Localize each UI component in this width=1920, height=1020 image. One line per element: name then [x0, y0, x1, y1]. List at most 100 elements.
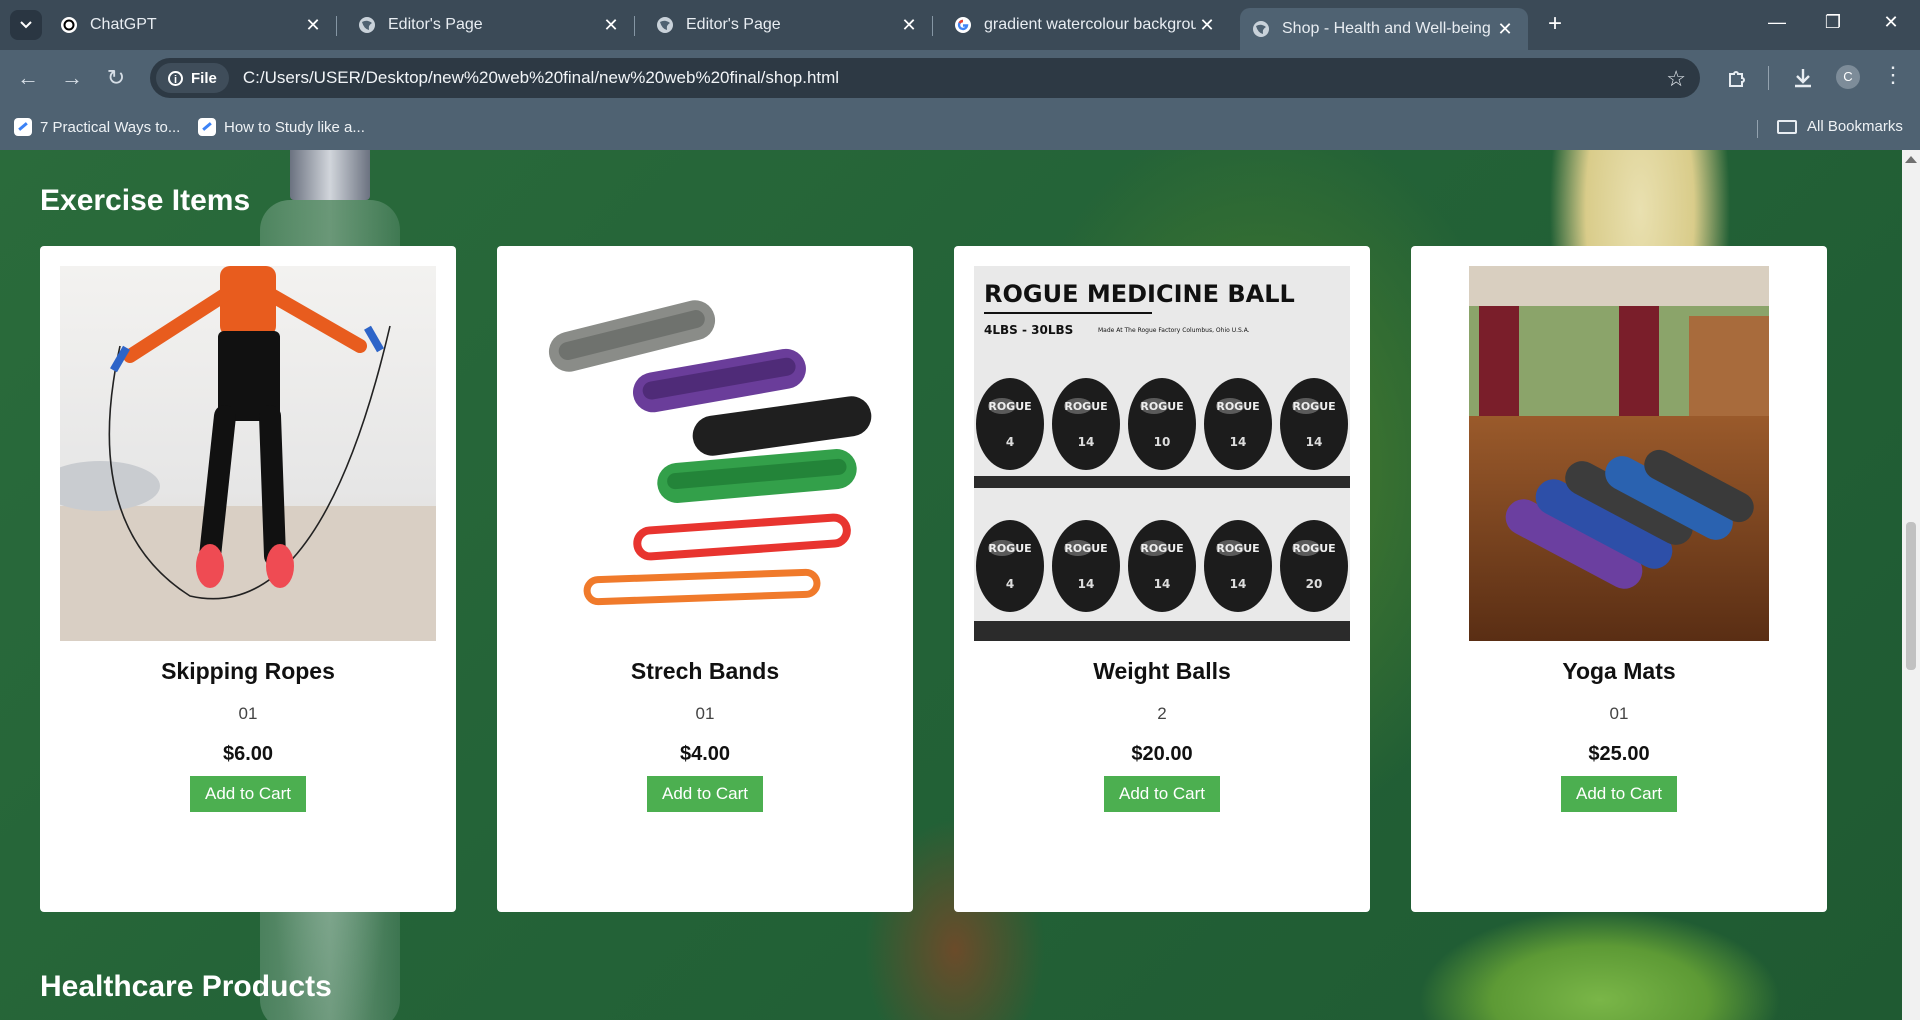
- product-name: Strech Bands: [630, 658, 780, 684]
- tab-title: Editor's Page: [388, 16, 483, 33]
- ball-weight-label: 14: [1078, 435, 1095, 449]
- tab-title: gradient watercolour backgrou: [984, 16, 1196, 33]
- product-price: $6.00: [222, 743, 274, 765]
- bookmark-item[interactable]: 7 Practical Ways to...: [14, 118, 180, 136]
- download-icon[interactable]: [1788, 66, 1818, 90]
- ball-brand-label: ROGUE: [1140, 542, 1183, 555]
- product-name: Skipping Ropes: [161, 658, 335, 684]
- bookmark-star-icon[interactable]: ☆: [1666, 66, 1686, 92]
- shop-page: Exercise Items Skipping Ropes 01 $6.00 A…: [0, 150, 1902, 1020]
- minimize-button[interactable]: —: [1762, 12, 1792, 33]
- yoga-mats-image: [1469, 266, 1769, 641]
- tab-separator: [634, 16, 635, 36]
- ball-weight-label: 14: [1230, 435, 1247, 449]
- close-icon[interactable]: ✕: [600, 15, 622, 36]
- medicine-ball: [1052, 378, 1120, 470]
- product-quantity: 01: [238, 704, 258, 723]
- tab-editors-page-1[interactable]: Editor's Page ✕: [346, 8, 635, 42]
- ball-weight-label: 14: [1306, 435, 1323, 449]
- add-to-cart-button[interactable]: Add to Cart: [647, 776, 763, 812]
- new-tab-button[interactable]: +: [1540, 10, 1570, 38]
- medicine-ball: [1052, 520, 1120, 612]
- product-quantity: 01: [695, 704, 715, 723]
- close-icon[interactable]: ✕: [1196, 15, 1218, 36]
- ball-weight-label: 20: [1306, 577, 1323, 591]
- close-icon[interactable]: ✕: [898, 15, 920, 36]
- ball-brand-label: ROGUE: [1064, 400, 1107, 413]
- bookmark-label: How to Study like a...: [224, 118, 365, 136]
- section-title-healthcare-products: Healthcare Products: [40, 970, 332, 1003]
- tab-title: ChatGPT: [90, 16, 157, 33]
- profile-avatar[interactable]: C: [1836, 65, 1860, 89]
- ball-weight-label: 14: [1154, 577, 1171, 591]
- scrollbar-thumb[interactable]: [1906, 522, 1916, 670]
- forward-button[interactable]: →: [58, 64, 86, 92]
- ball-brand-label: ROGUE: [988, 400, 1031, 413]
- product-quantity: 2: [1157, 704, 1167, 723]
- medicine-ball: [976, 520, 1044, 612]
- tab-search-button[interactable]: [10, 10, 42, 40]
- ball-brand-label: ROGUE: [1292, 400, 1335, 413]
- product-card: ROGUE MEDICINE BALL 4LBS - 30LBS Made At…: [954, 246, 1370, 912]
- ball-brand-label: ROGUE: [1064, 542, 1107, 555]
- info-icon: i: [168, 70, 183, 86]
- all-bookmarks-label: All Bookmarks: [1807, 118, 1903, 135]
- product-name: Weight Balls: [1093, 658, 1231, 684]
- address-bar[interactable]: i File C:/Users/USER/Desktop/new%20web%2…: [150, 58, 1700, 98]
- ball-weight-label: 14: [1078, 577, 1095, 591]
- file-label: File: [191, 69, 217, 87]
- tab-separator: [932, 16, 933, 36]
- medicine-balls-image: ROGUE MEDICINE BALL 4LBS - 30LBS Made At…: [974, 266, 1350, 641]
- close-window-button[interactable]: ✕: [1876, 12, 1906, 33]
- extensions-icon[interactable]: [1722, 66, 1752, 90]
- url-text[interactable]: C:/Users/USER/Desktop/new%20web%20final/…: [243, 68, 839, 88]
- restore-button[interactable]: ❐: [1818, 12, 1848, 33]
- more-menu-icon[interactable]: ⋮: [1878, 62, 1908, 88]
- chevron-down-icon: [20, 21, 32, 29]
- ball-brand-label: ROGUE: [1140, 400, 1183, 413]
- add-to-cart-button[interactable]: Add to Cart: [1561, 776, 1677, 812]
- sign-origin: Made At The Rogue Factory Columbus, Ohio…: [1098, 327, 1250, 334]
- tab-shop-health-wellbeing[interactable]: Shop - Health and Well-being ✕: [1240, 8, 1528, 50]
- bookmark-favicon-icon: [198, 118, 216, 136]
- bookmarks-divider: [1757, 120, 1758, 138]
- tab-gradient-watercolour[interactable]: gradient watercolour backgrou ✕: [942, 8, 1230, 42]
- medicine-ball: [1280, 520, 1348, 612]
- back-button[interactable]: ←: [14, 64, 42, 92]
- tab-separator: [336, 16, 337, 36]
- google-icon: [955, 17, 971, 33]
- close-icon[interactable]: ✕: [302, 15, 324, 36]
- resistance-bands-image: [517, 266, 893, 641]
- product-price: $25.00: [1588, 743, 1650, 765]
- sign-underline: [984, 312, 1152, 314]
- medicine-ball: [1204, 520, 1272, 612]
- reload-button[interactable]: ↻: [102, 64, 130, 92]
- product-card: Yoga Mats 01 $25.00 Add to Cart: [1411, 246, 1827, 912]
- skipping-rope-image: [60, 266, 436, 641]
- tab-chatgpt[interactable]: ChatGPT ✕: [48, 8, 337, 42]
- scroll-up-arrow-icon[interactable]: [1905, 156, 1917, 163]
- chatgpt-icon: [61, 17, 77, 33]
- medicine-ball: [1280, 378, 1348, 470]
- all-bookmarks-button[interactable]: All Bookmarks: [1777, 118, 1903, 135]
- tab-editors-page-2[interactable]: Editor's Page ✕: [644, 8, 933, 42]
- product-name: Yoga Mats: [1562, 658, 1676, 684]
- ball-weight-label: 14: [1230, 577, 1247, 591]
- medicine-ball: [1128, 378, 1196, 470]
- ball-brand-label: ROGUE: [988, 542, 1031, 555]
- bookmarks-bar: 7 Practical Ways to... How to Study like…: [0, 106, 1920, 150]
- tab-title: Shop - Health and Well-being: [1282, 20, 1491, 37]
- close-icon[interactable]: ✕: [1494, 19, 1516, 40]
- medicine-ball: [976, 378, 1044, 470]
- bookmark-item[interactable]: How to Study like a...: [198, 118, 365, 136]
- product-quantity: 01: [1609, 704, 1629, 723]
- bookmark-favicon-icon: [14, 118, 32, 136]
- add-to-cart-button[interactable]: Add to Cart: [1104, 776, 1220, 812]
- bookmark-label: 7 Practical Ways to...: [40, 118, 181, 136]
- ball-weight-label: 4: [1006, 435, 1014, 449]
- ball-brand-label: ROGUE: [1292, 542, 1335, 555]
- product-price: $4.00: [679, 743, 731, 765]
- tab-title: Editor's Page: [686, 16, 781, 33]
- add-to-cart-button[interactable]: Add to Cart: [190, 776, 306, 812]
- site-info-chip[interactable]: i File: [156, 63, 229, 93]
